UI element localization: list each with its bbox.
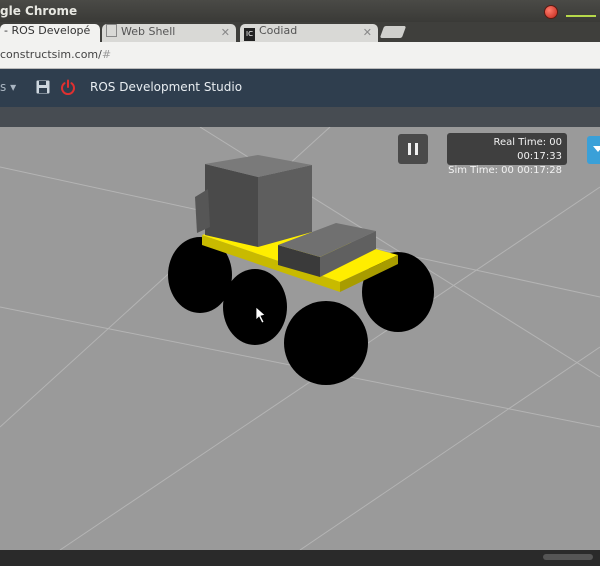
close-icon[interactable]: ✕	[363, 26, 372, 39]
document-icon	[106, 24, 117, 37]
url-hash: #	[101, 48, 112, 61]
toolbar-strip	[0, 107, 600, 127]
close-icon[interactable]: ✕	[221, 26, 230, 39]
tray-indicator-icon	[566, 15, 596, 17]
new-tab-button[interactable]	[379, 26, 407, 38]
side-panel-toggle[interactable]	[587, 136, 600, 164]
window-titlebar: gle Chrome	[0, 0, 600, 22]
wheel-front	[284, 301, 368, 385]
tab-label: Codiad	[259, 24, 298, 37]
app-title: ROS Development Studio	[90, 80, 243, 94]
tab-label: - ROS Developé	[4, 24, 91, 37]
save-icon[interactable]	[36, 80, 50, 94]
app-header: s ▾ ROS Development Studio	[0, 69, 600, 107]
tab-ros-development-studio[interactable]: - ROS Developé	[0, 24, 100, 42]
codiad-icon: IC	[244, 28, 255, 41]
body-box-front	[205, 164, 258, 247]
simulation-viewport[interactable]: Real Time: 00 00:17:33 Sim Time: 00 00:1…	[0, 127, 600, 550]
address-bar[interactable]: constructsim.com/#	[0, 42, 600, 69]
window-title: gle Chrome	[0, 4, 78, 18]
tab-web-shell[interactable]: Web Shell ✕	[102, 24, 236, 42]
url-text[interactable]: constructsim.com/#	[0, 48, 111, 61]
scene-canvas	[0, 127, 600, 550]
power-icon[interactable]	[60, 79, 76, 95]
real-time-readout: Real Time: 00 00:17:33	[493, 137, 562, 162]
wheel-middle-left	[223, 269, 287, 345]
chevron-down-icon	[593, 146, 600, 152]
pause-icon	[415, 143, 418, 155]
window-close-icon[interactable]	[544, 5, 558, 19]
url-main: constructsim.com/	[0, 48, 102, 61]
pause-button[interactable]	[398, 134, 428, 164]
tab-label: Web Shell	[121, 25, 176, 38]
sim-time-readout: Sim Time: 00 00:17:28	[448, 165, 562, 176]
bottom-bar	[0, 550, 600, 566]
tab-codiad[interactable]: IC Codiad ✕	[240, 24, 378, 42]
sim-time-panel: Real Time: 00 00:17:33 Sim Time: 00 00:1…	[447, 133, 567, 176]
tab-strip: - ROS Developé Web Shell ✕ IC Codiad ✕	[0, 22, 600, 42]
tools-menu[interactable]: s ▾	[0, 80, 16, 94]
body-box-back	[195, 189, 210, 233]
robot-model[interactable]	[168, 155, 434, 385]
pause-icon	[408, 143, 411, 155]
scrollbar-handle[interactable]	[543, 554, 593, 560]
